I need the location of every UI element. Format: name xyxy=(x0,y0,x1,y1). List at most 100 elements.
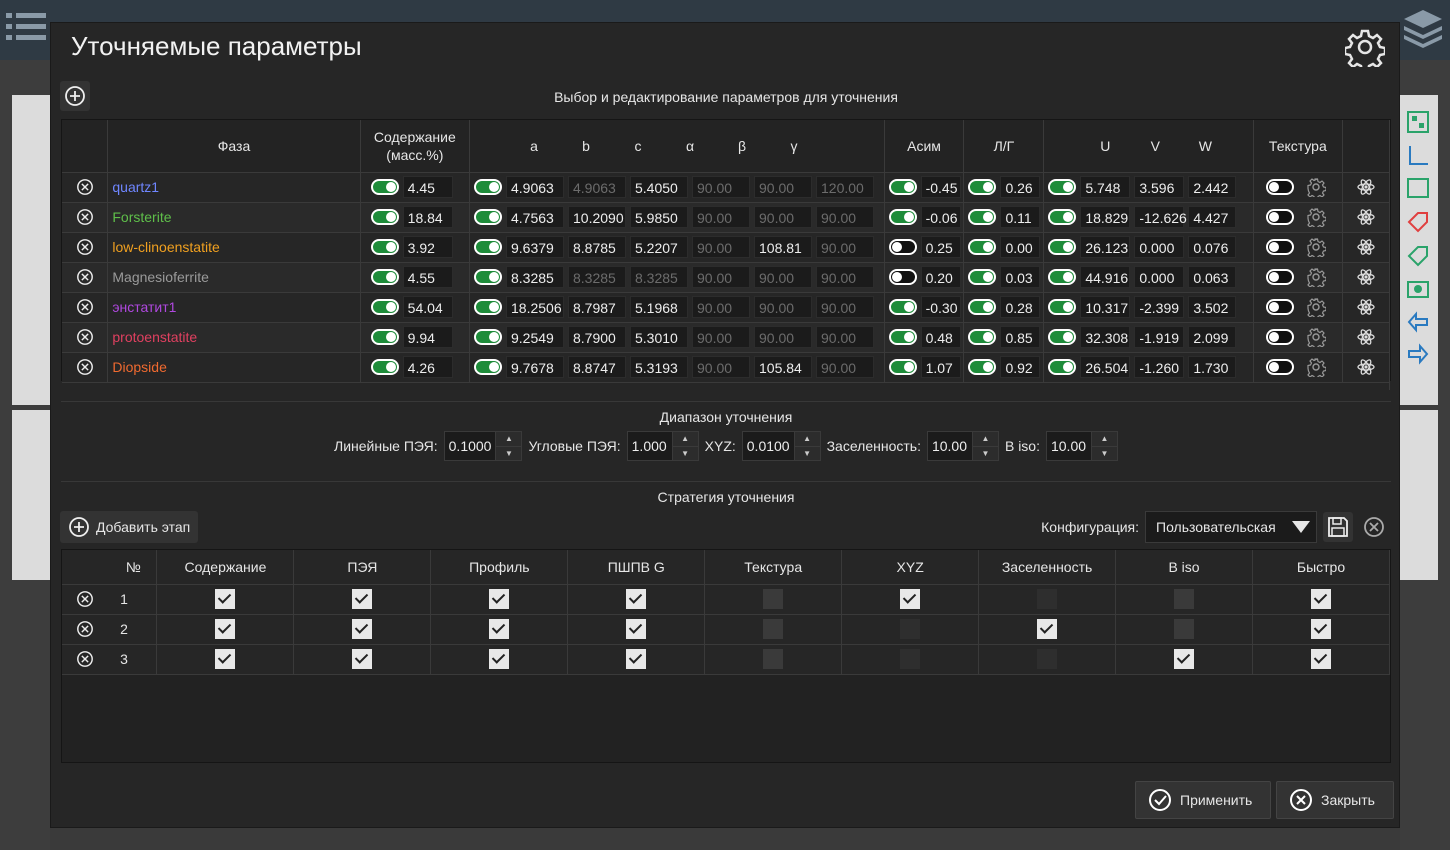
u-field[interactable]: 26.504 xyxy=(1080,356,1131,378)
beta-field[interactable]: 90.00 xyxy=(754,176,812,198)
stage-checkbox[interactable] xyxy=(1310,589,1331,609)
texture-toggle[interactable] xyxy=(1265,209,1294,225)
stage-checkbox[interactable] xyxy=(626,649,647,669)
lg-toggle[interactable] xyxy=(968,359,997,375)
u-field[interactable]: 32.308 xyxy=(1080,326,1131,348)
lg-field[interactable]: 0.92 xyxy=(1000,356,1041,378)
b-field[interactable]: 8.8747 xyxy=(568,356,626,378)
phase-name[interactable]: энстатит1 xyxy=(108,299,176,315)
phase-name[interactable]: quartz1 xyxy=(108,179,159,195)
stage-checkbox[interactable] xyxy=(215,619,236,639)
uvw-toggle[interactable] xyxy=(1048,239,1077,255)
phase-name[interactable]: Diopside xyxy=(108,359,166,375)
w-field[interactable]: 2.442 xyxy=(1188,176,1237,198)
atom-icon[interactable] xyxy=(1356,357,1376,377)
remove-phase-button[interactable] xyxy=(62,352,109,383)
v-field[interactable]: -2.399 xyxy=(1134,296,1185,318)
lg-toggle[interactable] xyxy=(968,209,997,225)
b-field[interactable]: 8.8785 xyxy=(568,236,626,258)
uvw-toggle[interactable] xyxy=(1048,329,1077,345)
c-field[interactable]: 5.1968 xyxy=(630,296,688,318)
asym-field[interactable]: 0.20 xyxy=(920,266,961,288)
stage-checkbox[interactable] xyxy=(489,589,510,609)
content-field[interactable]: 18.84 xyxy=(402,206,453,228)
c-field[interactable]: 8.3285 xyxy=(630,266,688,288)
axis-icon[interactable] xyxy=(1406,144,1430,168)
lg-field[interactable]: 0.85 xyxy=(1000,326,1041,348)
stage-checkbox[interactable] xyxy=(1174,649,1195,669)
lg-field[interactable]: 0.11 xyxy=(1000,206,1041,228)
stage-checkbox[interactable] xyxy=(1310,619,1331,639)
w-field[interactable]: 2.099 xyxy=(1188,326,1237,348)
phase-name[interactable]: Forsterite xyxy=(108,209,171,225)
b-field[interactable]: 10.2090 xyxy=(568,206,626,228)
gear-icon[interactable] xyxy=(1306,177,1326,197)
gamma-field[interactable]: 120.00 xyxy=(816,176,874,198)
gamma-field[interactable]: 90.00 xyxy=(816,266,874,288)
asym-field[interactable]: 1.07 xyxy=(920,356,961,378)
texture-toggle[interactable] xyxy=(1265,179,1294,195)
asym-toggle[interactable] xyxy=(888,209,917,225)
asym-toggle[interactable] xyxy=(888,299,917,315)
phase-name[interactable]: low-clinoenstatite xyxy=(108,239,219,255)
stage-checkbox[interactable] xyxy=(763,619,784,639)
asym-field[interactable]: -0.06 xyxy=(920,206,961,228)
settings-gear-icon[interactable] xyxy=(1345,27,1385,67)
lg-toggle[interactable] xyxy=(968,179,997,195)
beta-field[interactable]: 90.00 xyxy=(754,266,812,288)
lg-toggle[interactable] xyxy=(968,269,997,285)
u-field[interactable]: 26.123 xyxy=(1080,236,1131,258)
a-field[interactable]: 18.2506 xyxy=(506,296,564,318)
content-field[interactable]: 9.94 xyxy=(402,326,453,348)
tag-remove-icon[interactable] xyxy=(1406,210,1430,234)
v-field[interactable]: -12.626 xyxy=(1134,206,1187,228)
texture-toggle[interactable] xyxy=(1265,299,1294,315)
beta-field[interactable]: 105.84 xyxy=(754,356,812,378)
b-field[interactable]: 4.9063 xyxy=(568,176,626,198)
content-toggle[interactable] xyxy=(370,269,399,285)
asym-toggle[interactable] xyxy=(888,239,917,255)
alpha-field[interactable]: 90.00 xyxy=(692,176,750,198)
stage-checkbox[interactable] xyxy=(763,649,784,669)
asym-toggle[interactable] xyxy=(888,359,917,375)
stage-checkbox[interactable] xyxy=(352,649,373,669)
content-toggle[interactable] xyxy=(370,239,399,255)
c-field[interactable]: 5.4050 xyxy=(630,176,688,198)
alpha-field[interactable]: 90.00 xyxy=(692,356,750,378)
uvw-toggle[interactable] xyxy=(1048,299,1077,315)
a-field[interactable]: 8.3285 xyxy=(506,266,564,288)
a-field[interactable]: 4.7563 xyxy=(506,206,564,228)
spin-up-icon[interactable]: ▲ xyxy=(1091,432,1117,447)
gear-icon[interactable] xyxy=(1306,237,1326,257)
v-field[interactable]: 3.596 xyxy=(1134,176,1185,198)
w-field[interactable]: 1.730 xyxy=(1188,356,1237,378)
gear-icon[interactable] xyxy=(1306,267,1326,287)
remove-phase-button[interactable] xyxy=(62,322,109,353)
asym-toggle[interactable] xyxy=(888,329,917,345)
biso-value[interactable]: 10.00 xyxy=(1047,432,1091,460)
u-field[interactable]: 18.829 xyxy=(1080,206,1131,228)
content-toggle[interactable] xyxy=(370,329,399,345)
atom-icon[interactable] xyxy=(1356,177,1376,197)
alpha-field[interactable]: 90.00 xyxy=(692,296,750,318)
atom-icon[interactable] xyxy=(1356,237,1376,257)
remove-phase-button[interactable] xyxy=(62,172,109,203)
uvw-toggle[interactable] xyxy=(1048,209,1077,225)
lg-field[interactable]: 0.00 xyxy=(1000,236,1041,258)
remove-stage-button[interactable] xyxy=(76,620,94,638)
c-field[interactable]: 5.3010 xyxy=(630,326,688,348)
v-field[interactable]: -1.260 xyxy=(1134,356,1185,378)
angular-value[interactable]: 1.000 xyxy=(628,432,672,460)
uvw-toggle[interactable] xyxy=(1048,359,1077,375)
gamma-field[interactable]: 90.00 xyxy=(816,356,874,378)
asym-field[interactable]: -0.30 xyxy=(920,296,961,318)
a-field[interactable]: 9.7678 xyxy=(506,356,564,378)
ratio-icon[interactable] xyxy=(1406,176,1430,200)
angular-spinbox[interactable]: 1.000 ▲ ▼ xyxy=(626,431,699,461)
spin-down-icon[interactable]: ▼ xyxy=(1091,446,1117,460)
gamma-field[interactable]: 90.00 xyxy=(816,206,874,228)
remove-phase-button[interactable] xyxy=(62,232,109,263)
asym-field[interactable]: 0.48 xyxy=(920,326,961,348)
alpha-field[interactable]: 90.00 xyxy=(692,206,750,228)
add-stage-button[interactable]: Добавить этап xyxy=(60,511,199,543)
